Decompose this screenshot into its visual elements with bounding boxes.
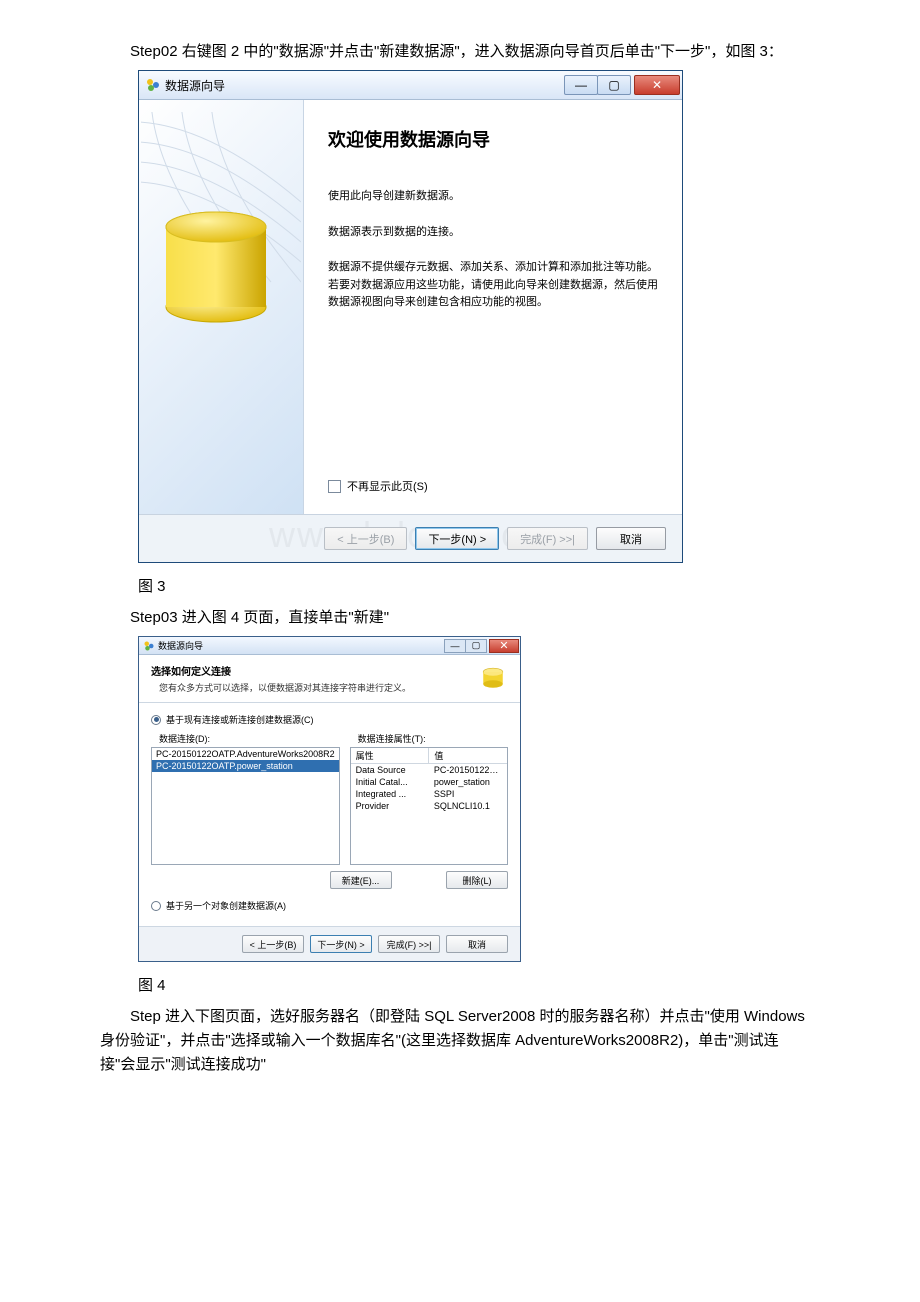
datasource-icon [478,663,508,693]
close-button[interactable]: ✕ [634,75,680,95]
wizard-sidebar-graphic [139,100,304,514]
delete-button[interactable]: 删除(L) [446,871,508,889]
wizard-icon [143,640,155,652]
wizard-paragraph-3: 数据源不提供缓存元数据、添加关系、添加计算和添加批注等功能。若要对数据源应用这些… [328,259,658,312]
prop-val: PC-20150122OATP [429,764,507,776]
prop-header-key: 属性 [351,748,430,763]
wizard-heading: 欢迎使用数据源向导 [328,126,658,152]
figure4-caption: 图 4 [0,974,920,995]
list-item[interactable]: PC-20150122OATP.power_station [152,760,339,772]
wizard-paragraph-1: 使用此向导创建新数据源。 [328,188,658,206]
dialog-title: 数据源向导 [165,77,225,94]
radio-another-object[interactable] [151,901,161,911]
prop-val: SQLNCLI10.1 [429,800,507,812]
finish-button: 完成(F) >>| [507,527,588,550]
new-button[interactable]: 新建(E)... [330,871,392,889]
list-item[interactable]: PC-20150122OATP.AdventureWorks2008R2 [152,748,339,760]
prop-header-val: 值 [429,748,507,763]
minimize-button[interactable]: — [564,75,598,95]
close-button[interactable]: ✕ [489,639,519,653]
maximize-button[interactable]: ▢ [597,75,631,95]
radio-another-label: 基于另一个对象创建数据源(A) [166,899,286,912]
prop-val: SSPI [429,788,507,800]
radio-existing-connection[interactable] [151,715,161,725]
prop-key: Provider [351,800,429,812]
prop-key: Integrated ... [351,788,429,800]
maximize-button[interactable]: ▢ [465,639,487,653]
dont-show-label: 不再显示此页(S) [347,478,428,494]
prop-val: power_station [429,776,507,788]
step03-paragraph: Step03 进入图 4 页面，直接单击"新建" [0,606,920,630]
page-heading: 选择如何定义连接 [151,667,231,678]
dont-show-checkbox[interactable] [328,480,341,493]
next-button[interactable]: 下一步(N) > [415,527,499,550]
prop-key: Initial Catal... [351,776,429,788]
page-subheading: 您有众多方式可以选择，以便数据源对其连接字符串进行定义。 [159,681,411,694]
step04-paragraph: Step 进入下图页面，选好服务器名（即登陆 SQL Server2008 时的… [0,1005,920,1077]
titlebar[interactable]: 数据源向导 — ▢ ✕ [139,637,520,655]
back-button: < 上一步(B) [324,527,407,550]
step02-paragraph: Step02 右键图 2 中的"数据源"并点击"新建数据源"，进入数据源向导首页… [0,40,920,64]
radio-existing-label: 基于现有连接或新连接创建数据源(C) [166,713,314,726]
minimize-button[interactable]: — [444,639,466,653]
connections-listbox[interactable]: PC-20150122OATP.AdventureWorks2008R2 PC-… [151,747,340,865]
cancel-button[interactable]: 取消 [596,527,666,550]
wizard-icon [145,77,161,93]
wizard-dialog-welcome: 数据源向导 — ▢ ✕ [138,70,683,563]
cancel-button[interactable]: 取消 [446,935,508,953]
prop-key: Data Source [351,764,429,776]
figure3-caption: 图 3 [0,575,920,596]
properties-grid: 属性值 Data SourcePC-20150122OATP Initial C… [350,747,508,865]
wizard-dialog-connection: 数据源向导 — ▢ ✕ 选择如何定义连接 您有众多方式可以选择，以便数据源对其连… [138,636,521,962]
back-button[interactable]: < 上一步(B) [242,935,304,953]
dialog-title: 数据源向导 [158,639,203,652]
titlebar[interactable]: 数据源向导 — ▢ ✕ [139,71,682,100]
properties-label: 数据连接属性(T): [350,732,508,745]
connections-label: 数据连接(D): [151,732,340,745]
next-button[interactable]: 下一步(N) > [310,935,372,953]
finish-button[interactable]: 完成(F) >>| [378,935,440,953]
wizard-paragraph-2: 数据源表示到数据的连接。 [328,224,658,242]
